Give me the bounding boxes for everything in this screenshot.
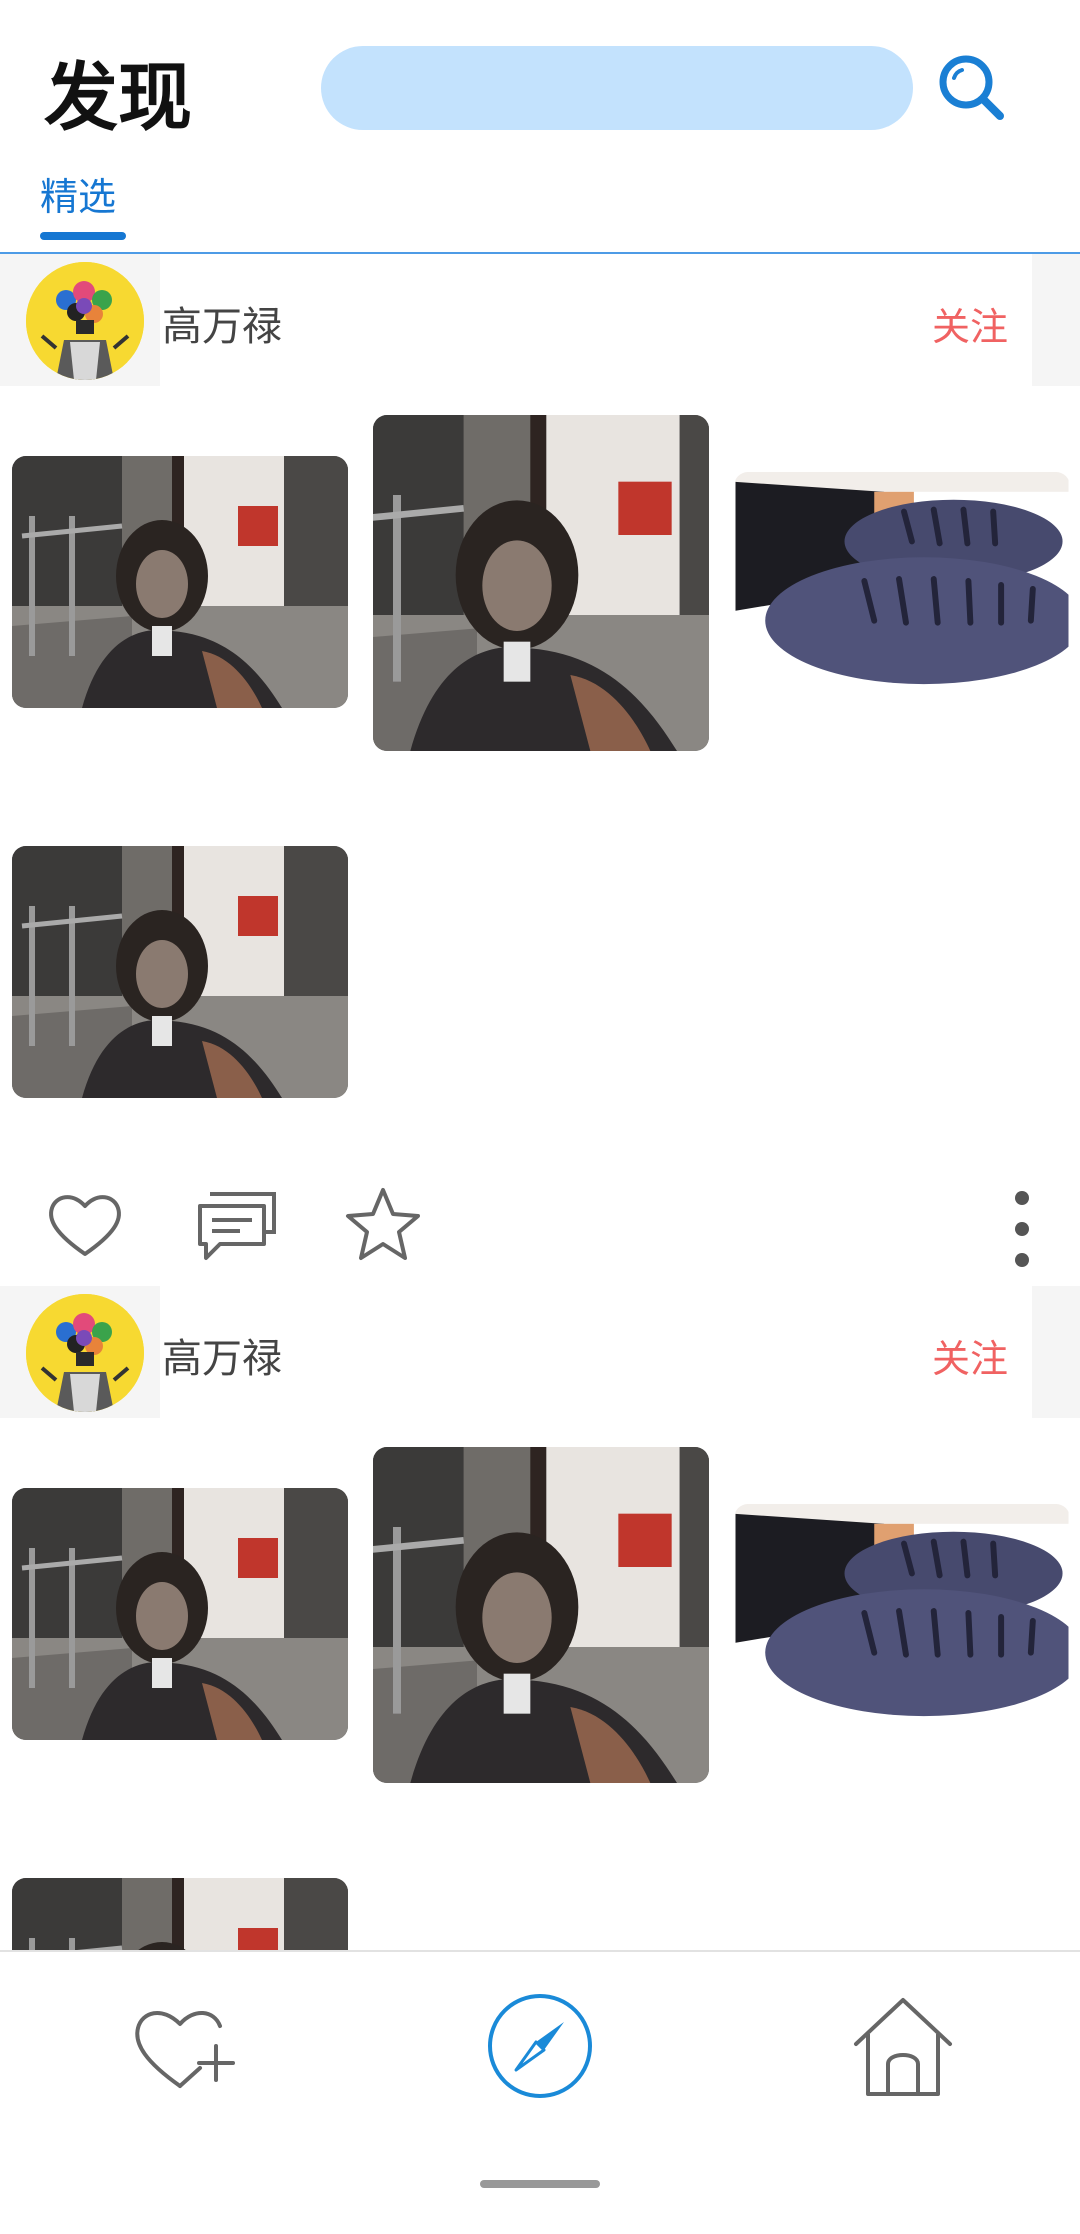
bottom-nav bbox=[0, 1950, 1080, 2234]
heart-plus-icon[interactable] bbox=[128, 1996, 238, 2100]
author-row: 高万禄 关注 bbox=[0, 254, 1080, 386]
post-photo[interactable] bbox=[12, 846, 348, 1098]
feed[interactable]: 高万禄 关注 高万禄 关注 bbox=[0, 254, 1080, 1950]
post-photo[interactable] bbox=[373, 1447, 709, 1783]
avatar[interactable] bbox=[26, 1294, 144, 1412]
star-icon[interactable] bbox=[342, 1184, 424, 1270]
heart-icon[interactable] bbox=[44, 1184, 126, 1270]
search-icon[interactable] bbox=[932, 50, 1012, 130]
post-photo[interactable] bbox=[734, 1504, 1070, 1726]
home-icon[interactable] bbox=[848, 1994, 958, 2104]
more-icon[interactable] bbox=[1004, 1184, 1040, 1278]
comment-icon[interactable] bbox=[194, 1184, 280, 1270]
author-name[interactable]: 高万禄 bbox=[162, 1326, 282, 1384]
post-photo[interactable] bbox=[12, 456, 348, 708]
header: 发现 精选 bbox=[0, 0, 1080, 254]
post-photo[interactable] bbox=[12, 1488, 348, 1740]
follow-button[interactable]: 关注 bbox=[932, 296, 1008, 351]
home-indicator bbox=[480, 2180, 600, 2188]
author-name[interactable]: 高万禄 bbox=[162, 294, 282, 352]
compass-icon[interactable] bbox=[486, 1992, 594, 2104]
search-input[interactable] bbox=[321, 46, 913, 130]
avatar[interactable] bbox=[26, 262, 144, 380]
tab-indicator bbox=[40, 232, 126, 240]
post-photo[interactable] bbox=[734, 472, 1070, 694]
page-title: 发现 bbox=[44, 55, 192, 141]
post-photo[interactable] bbox=[373, 415, 709, 751]
tab-featured[interactable]: 精选 bbox=[40, 166, 116, 221]
post-actions bbox=[0, 1184, 1080, 1284]
follow-button[interactable]: 关注 bbox=[932, 1328, 1008, 1383]
post-photo[interactable] bbox=[12, 1878, 348, 1950]
author-row: 高万禄 关注 bbox=[0, 1286, 1080, 1418]
